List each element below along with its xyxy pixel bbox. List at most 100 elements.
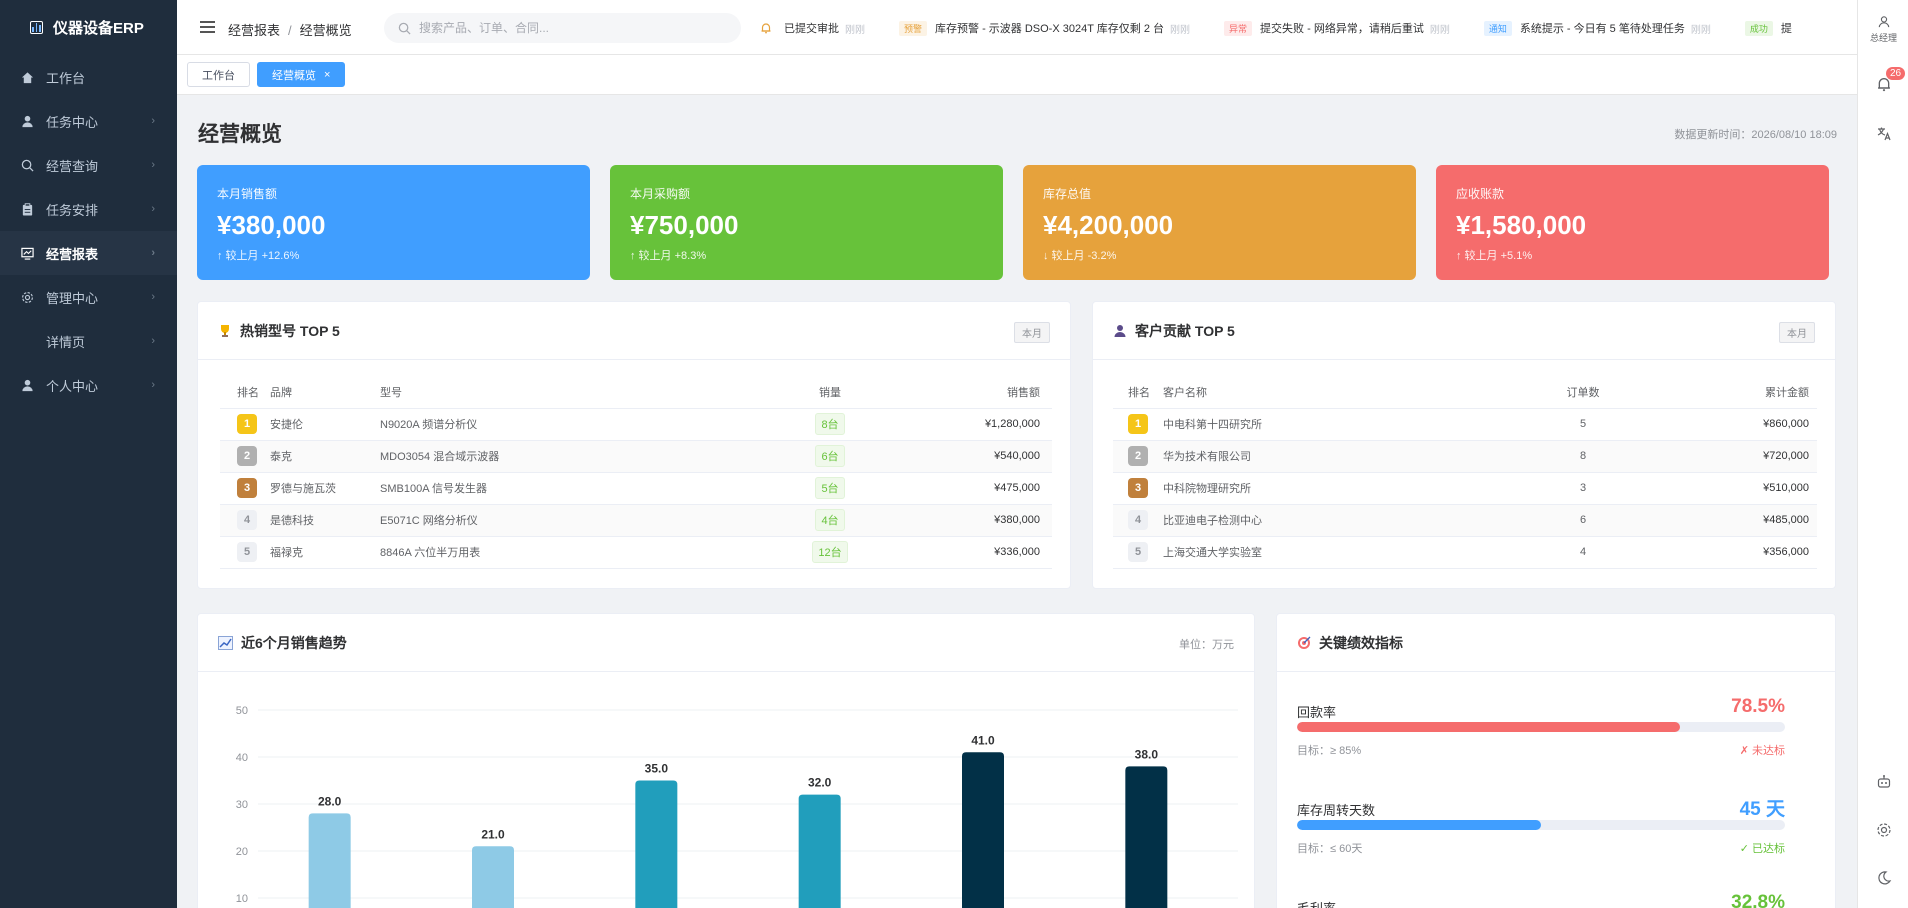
icon-placeholder — [21, 335, 34, 348]
translate-button[interactable] — [1858, 126, 1908, 142]
rank-badge: 3 — [1128, 478, 1148, 498]
search-input[interactable] — [419, 21, 719, 35]
sidebar-item-label: 工作台 — [46, 70, 86, 86]
table-row[interactable]: 4 是德科技 E5071C 网络分析仪 4台 ¥380,000 — [220, 504, 1052, 537]
manager-button[interactable]: 总经理 — [1858, 16, 1908, 44]
rank-badge: 3 — [237, 478, 257, 498]
card-title: 近6个月销售趋势 — [241, 634, 347, 651]
notification-ticker[interactable]: 已提交审批 刚刚 预警 库存预警 - 示波器 DSO-X 3024T 库存仅剩 2 台… — [760, 20, 1826, 36]
dark-mode-button[interactable] — [1858, 870, 1908, 886]
sidebar-item[interactable]: 个人中心 › — [0, 363, 177, 407]
amount-cell: ¥485,000 — [1633, 504, 1817, 537]
kpi-value: 45 天 — [1739, 799, 1785, 820]
notification-count-badge: 26 — [1886, 67, 1906, 80]
table-row[interactable]: 5 福禄克 8846A 六位半万用表 12台 ¥336,000 — [220, 536, 1052, 569]
quantity-tag: 8台 — [815, 413, 845, 435]
stat-card[interactable]: 本月采购额 ¥750,000 ↑ 较上月 +8.3% — [610, 165, 1003, 280]
page-title: 经营概览 — [198, 123, 282, 146]
sidebar-item[interactable]: 经营查询 › — [0, 143, 177, 187]
bell-icon — [761, 23, 771, 34]
tab[interactable]: 经营概览 × — [257, 62, 346, 87]
main-area: 经营报表/经营概览 已提交审批刚刚预警库存预警 - 示波器 DSO-X 3024… — [177, 0, 1857, 908]
search-box[interactable] — [384, 13, 741, 43]
kpi-target: 目标：≤ 60天 — [1297, 843, 1363, 855]
kpi-target: 目标：≥ 85% — [1297, 745, 1362, 757]
bar — [635, 780, 678, 908]
table-row[interactable]: 5 上海交通大学实验室 4 ¥356,000 — [1113, 536, 1817, 569]
quantity-tag: 6台 — [815, 445, 845, 467]
rank-cell: 5 — [1113, 536, 1163, 569]
table-row[interactable]: 4 比亚迪电子检测中心 6 ¥485,000 — [1113, 504, 1817, 537]
chevron-right-icon: › — [151, 159, 155, 171]
chevron-right-icon: › — [151, 115, 155, 127]
model-cell: SMB100A 信号发生器 — [380, 472, 780, 505]
table-row[interactable]: 2 华为技术有限公司 8 ¥720,000 — [1113, 440, 1817, 473]
right-tool-rail: 总经理 26 — [1857, 0, 1908, 908]
ticker-message[interactable]: 成功提 — [1744, 20, 1792, 36]
stat-card[interactable]: 库存总值 ¥4,200,000 ↓ 较上月 -3.2% — [1023, 165, 1416, 280]
ticker-tag: 成功 — [1744, 20, 1773, 36]
chevron-right-icon: › — [151, 247, 155, 259]
sidebar-item[interactable]: 任务安排 › — [0, 187, 177, 231]
trend-chart-icon — [218, 635, 233, 650]
rank-badge: 2 — [1128, 446, 1148, 466]
stat-delta: ↑ 较上月 +8.3% — [630, 250, 707, 262]
ticker-message[interactable]: 预警 库存预警 - 示波器 DSO-X 3024T 库存仅剩 2 台刚刚 — [899, 20, 1190, 36]
kpi-progress-fill — [1297, 820, 1541, 830]
user-icon — [1878, 16, 1889, 28]
column-header: 销售额 — [880, 376, 1052, 409]
ticker-message[interactable]: 异常 提交失败 - 网络异常，请稍后重试 刚刚 — [1224, 20, 1450, 36]
card-header: 热销型号 TOP 5 本月 — [198, 302, 1070, 360]
tab-label: 经营概览 — [272, 69, 316, 82]
table-row[interactable]: 1 中电科第十四研究所 5 ¥860,000 — [1113, 408, 1817, 441]
sidebar-item-label: 管理中心 — [46, 290, 99, 306]
sidebar-item[interactable]: 详情页 › — [0, 319, 177, 363]
close-icon[interactable]: × — [324, 69, 330, 81]
app-logo[interactable]: 仪器设备ERP — [0, 0, 177, 55]
brand-cell: 安捷伦 — [270, 408, 380, 441]
table-row[interactable]: 2 泰克 MDO3054 混合域示波器 6台 ¥540,000 — [220, 440, 1052, 473]
search-icon — [21, 159, 34, 172]
breadcrumb-item[interactable]: 经营报表 — [228, 23, 280, 38]
quantity-cell: 8台 — [780, 408, 880, 441]
robot-button[interactable] — [1858, 774, 1908, 790]
table-row[interactable]: 1 安捷伦 N9020A 频谱分析仪 8台 ¥1,280,000 — [220, 408, 1052, 441]
rank-badge: 1 — [237, 414, 257, 434]
y-tick-label: 10 — [236, 893, 248, 905]
tags-view-bar: 工作台 经营概览 × — [177, 55, 1857, 95]
table-row[interactable]: 3 罗德与施瓦茨 SMB100A 信号发生器 5台 ¥475,000 — [220, 472, 1052, 505]
rank-cell: 2 — [220, 440, 270, 473]
ticker-text: 提交失败 - 网络异常，请稍后重试 — [1260, 23, 1424, 35]
y-tick-label: 30 — [236, 799, 248, 811]
quantity-tag: 4台 — [815, 509, 845, 531]
kpi-label: 库存周转天数 — [1297, 803, 1376, 818]
order-count-cell: 5 — [1533, 408, 1633, 441]
settings-button[interactable] — [1858, 822, 1908, 838]
card-header: 近6个月销售趋势 单位：万元 — [198, 614, 1254, 672]
stat-value: ¥1,580,000 — [1456, 210, 1587, 240]
sidebar-item[interactable]: 工作台 — [0, 55, 177, 99]
hamburger-icon[interactable] — [200, 21, 215, 33]
rank-badge: 5 — [237, 542, 257, 562]
stat-value: ¥750,000 — [630, 210, 739, 240]
kpi-progress-track — [1297, 820, 1785, 830]
order-count-cell: 4 — [1533, 536, 1633, 569]
page-content: 经营概览 数据更新时间：2026/08/10 18:09 本月销售额 ¥380,0… — [177, 95, 1857, 908]
rank-cell: 2 — [1113, 440, 1163, 473]
amount-cell: ¥860,000 — [1633, 408, 1817, 441]
app-root: 仪器设备ERP 工作台 任务中心 › 经营查询 › 任务安排 › 经营报表 › 管理中心 › 详情页 ›… — [0, 0, 1908, 908]
sidebar-item[interactable]: 管理中心 › — [0, 275, 177, 319]
ticker-message[interactable]: 通知 系统提示 - 今日有 5 笔待处理任务 刚刚 — [1483, 20, 1711, 36]
bar — [1125, 766, 1168, 908]
ticker-time: 刚刚 — [845, 24, 865, 36]
table-row[interactable]: 3 中科院物理研究所 3 ¥510,000 — [1113, 472, 1817, 505]
bar — [472, 846, 514, 908]
rank-cell: 5 — [220, 536, 270, 569]
stat-card[interactable]: 应收账款 ¥1,580,000 ↑ 较上月 +5.1% — [1436, 165, 1829, 280]
sidebar-item[interactable]: 任务中心 › — [0, 99, 177, 143]
ticker-message[interactable]: 已提交审批 刚刚 — [784, 20, 865, 36]
tab[interactable]: 工作台 — [187, 62, 250, 87]
user-icon — [21, 379, 34, 392]
stat-card[interactable]: 本月销售额 ¥380,000 ↑ 较上月 +12.6% — [197, 165, 590, 280]
sidebar-item[interactable]: 经营报表 › — [0, 231, 177, 275]
